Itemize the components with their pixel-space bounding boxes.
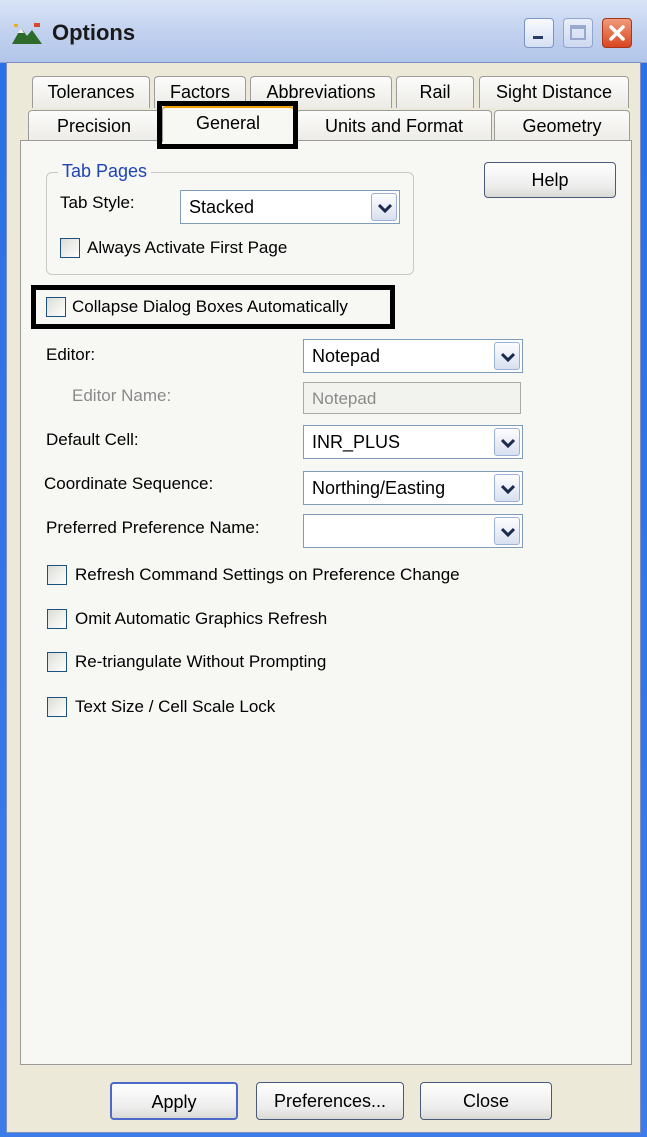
tab-general[interactable]: General [162, 106, 294, 142]
tab-precision[interactable]: Precision [28, 110, 160, 142]
editor-value: Notepad [312, 346, 381, 366]
chevron-down-icon [501, 527, 515, 537]
default-cell-dropdown-button[interactable] [494, 428, 520, 456]
tab-style-value: Stacked [189, 197, 255, 217]
default-cell-value: INR_PLUS [312, 432, 401, 452]
text-size-cell-scale-lock-label: Text Size / Cell Scale Lock [75, 697, 276, 716]
help-button[interactable]: Help [484, 162, 616, 198]
collapse-dialogs-checkbox[interactable] [46, 297, 66, 317]
retriangulate-checkbox[interactable] [47, 652, 67, 672]
refresh-command-settings-checkbox[interactable] [47, 565, 67, 585]
general-tab-panel [20, 140, 632, 1065]
retriangulate-label: Re-triangulate Without Prompting [75, 652, 327, 671]
apply-button[interactable]: Apply [110, 1082, 238, 1120]
maximize-button[interactable] [563, 18, 593, 48]
minimize-icon [533, 36, 543, 39]
always-activate-first-page-checkbox[interactable] [60, 238, 80, 258]
editor-name-label: Editor Name: [72, 386, 172, 405]
tab-factors[interactable]: Factors [154, 76, 246, 108]
collapse-dialogs-label: Collapse Dialog Boxes Automatically [72, 297, 348, 316]
chevron-down-icon [378, 203, 392, 213]
coordinate-sequence-dropdown-button[interactable] [494, 474, 520, 502]
chevron-down-icon [501, 484, 515, 494]
omit-graphics-refresh-label: Omit Automatic Graphics Refresh [75, 609, 328, 628]
omit-graphics-refresh-checkbox[interactable] [47, 609, 67, 629]
editor-dropdown-button[interactable] [494, 342, 520, 370]
maximize-icon [570, 25, 586, 40]
preferences-button[interactable]: Preferences... [256, 1082, 404, 1120]
refresh-command-settings-label: Refresh Command Settings on Preference C… [75, 565, 460, 584]
tab-style-label: Tab Style: [60, 193, 135, 212]
tab-abbreviations[interactable]: Abbreviations [250, 76, 392, 108]
close-button[interactable]: Close [420, 1082, 552, 1120]
coordinate-sequence-value: Northing/Easting [312, 478, 446, 498]
window-title: Options [52, 20, 136, 45]
tab-sight-distance[interactable]: Sight Distance [479, 76, 629, 108]
preferred-preference-name-select[interactable] [303, 514, 523, 548]
preferred-preference-name-label: Preferred Preference Name: [46, 518, 260, 537]
minimize-button[interactable] [524, 18, 554, 48]
close-window-button[interactable] [602, 18, 632, 48]
text-size-cell-scale-lock-checkbox[interactable] [47, 697, 67, 717]
close-icon [609, 25, 625, 41]
tab-units-and-format[interactable]: Units and Format [296, 110, 492, 142]
tab-style-dropdown-button[interactable] [371, 193, 397, 221]
tab-rail[interactable]: Rail [396, 76, 474, 108]
default-cell-label: Default Cell: [46, 430, 139, 449]
title-bar[interactable]: Options [0, 0, 647, 63]
coordinate-sequence-select[interactable]: Northing/Easting [303, 471, 523, 505]
tab-tolerances[interactable]: Tolerances [32, 76, 150, 108]
coordinate-sequence-label: Coordinate Sequence: [44, 474, 214, 493]
editor-name-field: Notepad [303, 382, 521, 414]
tab-geometry[interactable]: Geometry [494, 110, 630, 142]
preferred-preference-name-dropdown-button[interactable] [494, 517, 520, 545]
default-cell-select[interactable]: INR_PLUS [303, 425, 523, 459]
app-icon [12, 23, 42, 44]
editor-name-value: Notepad [312, 389, 377, 408]
tab-style-select[interactable]: Stacked [180, 190, 400, 224]
editor-label: Editor: [46, 345, 96, 364]
options-window: Options Tolerances Factors Abbreviations… [0, 0, 647, 1137]
tab-pages-legend: Tab Pages [58, 161, 152, 182]
editor-select[interactable]: Notepad [303, 339, 523, 373]
chevron-down-icon [501, 438, 515, 448]
always-activate-first-page-label: Always Activate First Page [87, 238, 288, 257]
chevron-down-icon [501, 352, 515, 362]
